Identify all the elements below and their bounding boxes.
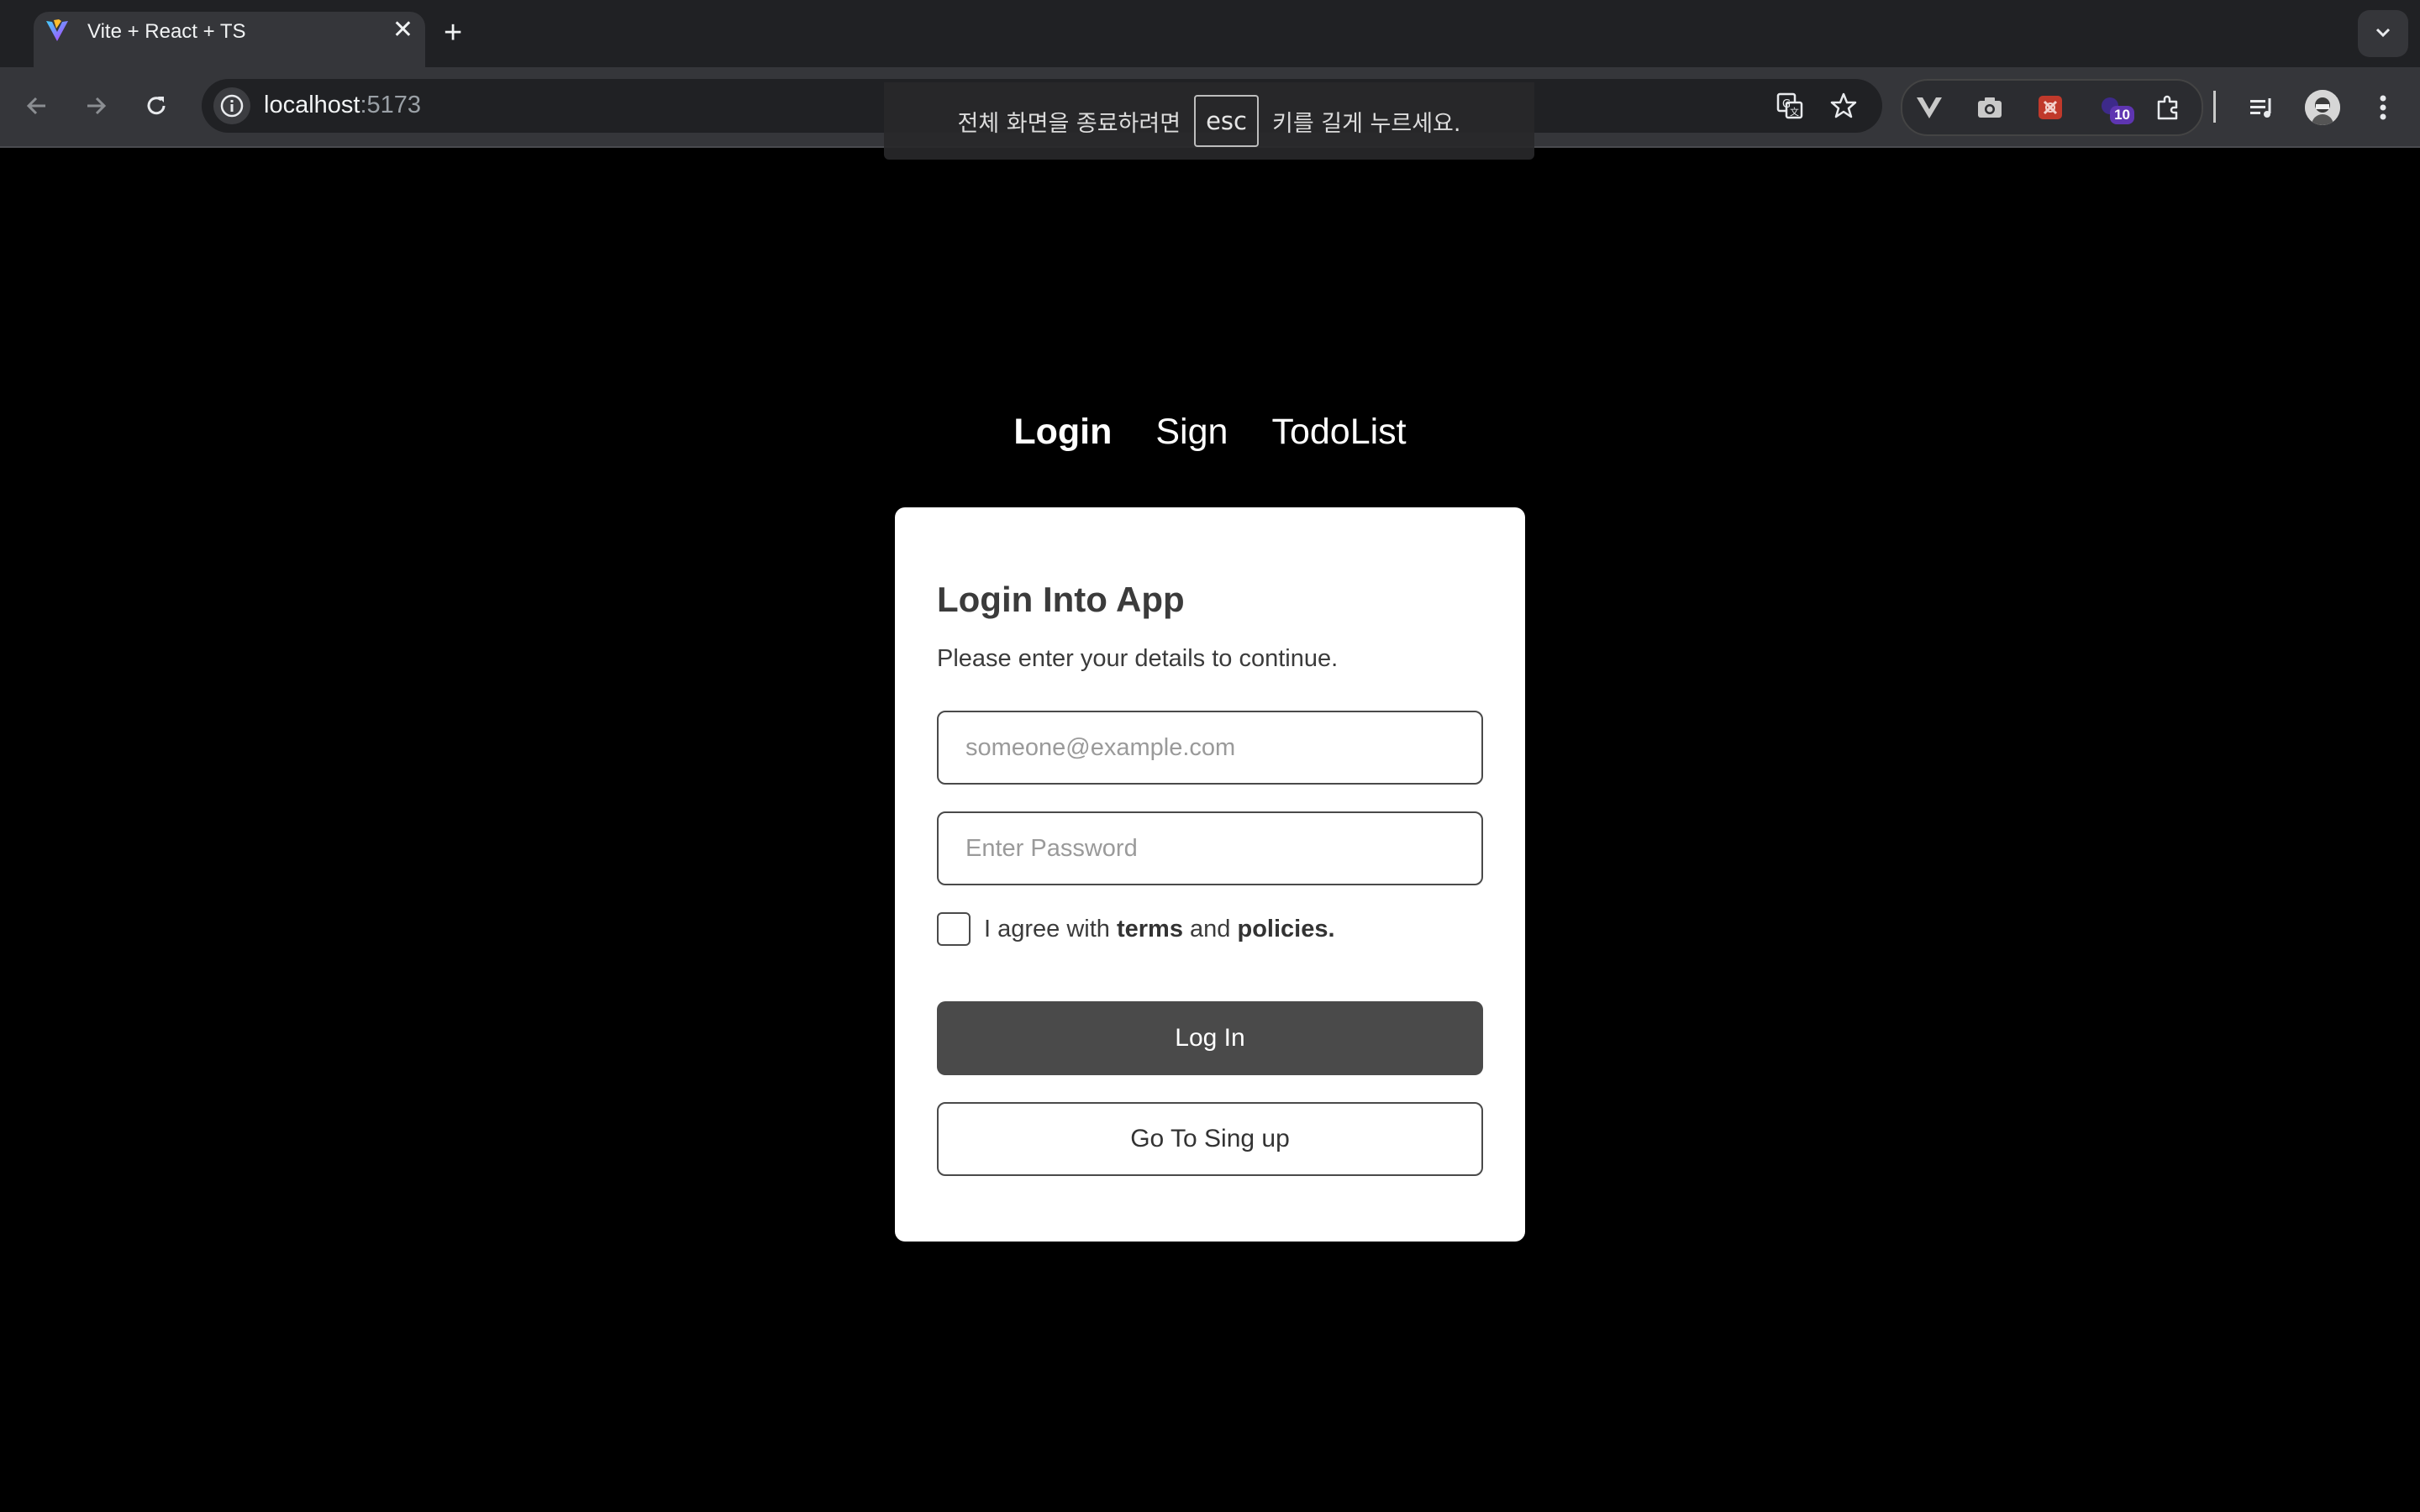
site-info-icon[interactable] [213,87,250,124]
agree-text: I agree with terms and policies. [984,916,1335,943]
purple-extension-icon[interactable]: 10 [2094,89,2134,126]
media-control-icon[interactable] [2242,87,2282,128]
toolbar-divider [2213,91,2216,123]
fullscreen-notice-text-before: 전체 화면을 종료하려면 [957,110,1181,137]
agree-and: and [1190,915,1231,942]
terms-link[interactable]: terms [1117,916,1183,942]
bookmark-star-icon[interactable] [1825,87,1862,124]
login-button[interactable]: Log In [937,1001,1483,1075]
chevron-down-icon [2374,23,2392,45]
password-input[interactable] [937,811,1483,885]
puzzle-extensions-icon[interactable] [2149,89,2186,126]
fullscreen-notice-text-after: 키를 길게 누르세요. [1272,110,1461,137]
url-text: localhost:5173 [264,92,421,119]
translate-icon[interactable]: G文 [1771,87,1808,124]
new-tab-button[interactable]: + [444,17,462,49]
profile-avatar[interactable] [2302,87,2343,128]
browser-tab-active[interactable]: Vite + React + TS ✕ [34,12,425,67]
forward-arrow-icon[interactable] [77,87,114,124]
back-arrow-icon[interactable] [18,87,55,124]
url-port: :5173 [360,92,422,118]
camera-icon[interactable] [1971,89,2008,126]
nav-link-login[interactable]: Login [1013,412,1112,453]
close-tab-icon[interactable]: ✕ [392,15,413,45]
esc-key-label: esc [1194,95,1259,147]
fullscreen-exit-notice: 전체 화면을 종료하려면 esc 키를 길게 누르세요. [884,82,1534,160]
tab-search-button[interactable] [2358,10,2408,57]
login-subtitle: Please enter your details to continue. [937,645,1339,672]
vue-devtools-icon[interactable] [1911,89,1948,126]
go-to-signup-button[interactable]: Go To Sing up [937,1102,1483,1176]
email-input[interactable] [937,711,1483,785]
login-title: Login Into App [937,580,1185,619]
nav-link-todolist[interactable]: TodoList [1271,412,1406,453]
reload-icon[interactable] [138,87,175,124]
extension-badge: 10 [2110,106,2134,124]
red-extension-icon[interactable] [2032,89,2069,126]
browser-tabstrip: Vite + React + TS ✕ + [0,0,2420,67]
policies-link[interactable]: policies. [1238,916,1335,942]
nav-link-sign[interactable]: Sign [1155,412,1228,453]
agree-terms-row: I agree with terms and policies. [937,912,1335,946]
avatar [2305,90,2340,125]
url-host: localhost [264,92,360,118]
svg-text:文: 文 [1790,106,1799,118]
extensions-area: 10 [1901,79,2203,136]
agree-prefix: I agree with [984,915,1110,942]
menu-kebab-icon[interactable] [2363,87,2403,128]
top-nav: Login Sign TodoList [0,412,2420,453]
tab-title: Vite + React + TS [87,20,246,43]
login-card: Login Into App Please enter your details… [895,507,1525,1242]
vite-logo-icon [45,18,69,42]
agree-checkbox[interactable] [937,912,971,946]
